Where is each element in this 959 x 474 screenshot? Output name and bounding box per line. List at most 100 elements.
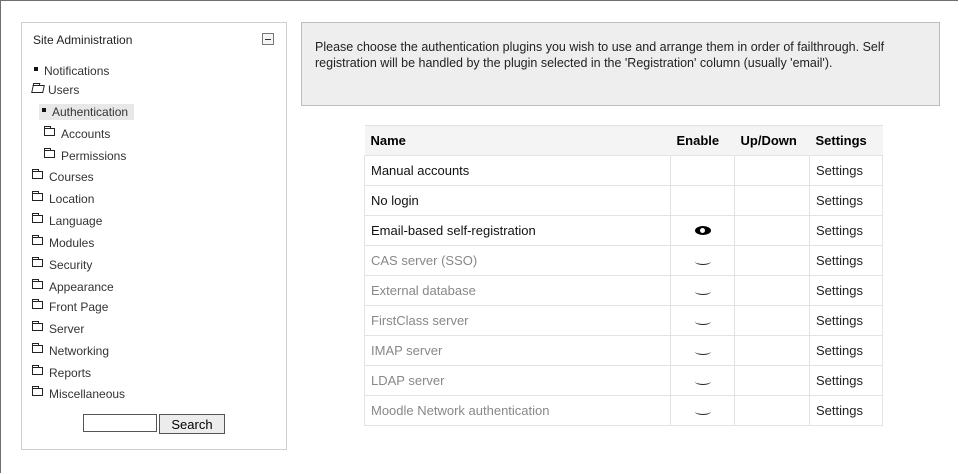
settings-link[interactable]: Settings	[809, 215, 883, 246]
folder-icon	[32, 365, 43, 375]
tree-item-label: Miscellaneous	[49, 387, 126, 401]
table-row: LDAP server Settings	[364, 365, 883, 396]
updown-cell	[734, 275, 810, 306]
settings-link[interactable]: Settings	[809, 395, 883, 426]
tree-item-language[interactable]: Language	[32, 213, 103, 228]
folder-icon	[32, 213, 43, 223]
tree-item-accounts[interactable]: Accounts	[44, 126, 110, 141]
tree-item-security[interactable]: Security	[32, 257, 92, 272]
table-row: FirstClass server Settings	[364, 305, 883, 336]
search-input[interactable]	[83, 414, 157, 432]
tree-item-label: Notifications	[44, 64, 110, 78]
tree-item-label: Authentication	[52, 105, 129, 119]
header-settings: Settings	[809, 125, 883, 156]
plugin-name: Moodle Network authentication	[364, 395, 671, 426]
folder-icon	[32, 235, 43, 245]
folder-icon	[32, 279, 43, 289]
table-row: Email-based self-registration Settings	[364, 215, 883, 246]
instructions-box: Please choose the authentication plugins…	[301, 22, 940, 106]
folder-open-icon	[31, 85, 45, 93]
updown-cell	[734, 395, 810, 426]
tree-item-modules[interactable]: Modules	[32, 235, 95, 250]
table-header-row: Name Enable Up/Down Settings	[364, 125, 883, 156]
settings-link[interactable]: Settings	[809, 185, 883, 216]
eye-closed-icon[interactable]	[694, 348, 711, 355]
tree-item-appearance[interactable]: Appearance	[32, 279, 114, 294]
settings-link[interactable]: Settings	[809, 245, 883, 276]
eye-closed-icon[interactable]	[694, 258, 711, 265]
folder-icon	[44, 126, 55, 136]
tree-item-label: Language	[49, 214, 103, 228]
settings-link[interactable]: Settings	[809, 275, 883, 306]
folder-icon	[32, 321, 43, 331]
tree-item-miscellaneous[interactable]: Miscellaneous	[32, 386, 126, 401]
auth-plugins-table: Name Enable Up/Down Settings Manual acco…	[364, 125, 883, 426]
enable-cell	[670, 365, 735, 396]
enable-cell	[670, 305, 735, 336]
folder-icon	[32, 386, 43, 396]
tree-item-label: Users	[48, 83, 80, 97]
tree-item-users[interactable]: Users	[31, 83, 80, 97]
folder-icon	[32, 169, 43, 179]
plugin-name: Manual accounts	[364, 155, 671, 186]
updown-cell	[734, 215, 810, 246]
updown-cell	[734, 335, 810, 366]
tree-item-label: Modules	[49, 236, 95, 250]
bullet-icon	[34, 67, 38, 71]
table-row: Manual accounts Settings	[364, 155, 883, 186]
header-enable: Enable	[670, 125, 735, 156]
updown-cell	[734, 185, 810, 216]
search-button[interactable]: Search	[159, 414, 225, 434]
table-row: Moodle Network authentication Settings	[364, 395, 883, 426]
tree-item-notifications[interactable]: Notifications	[34, 64, 109, 78]
table-row: IMAP server Settings	[364, 335, 883, 366]
folder-icon	[32, 299, 43, 309]
tree-item-label: Appearance	[49, 280, 114, 294]
collapse-icon[interactable]	[262, 33, 274, 45]
table-row: External database Settings	[364, 275, 883, 306]
eye-closed-icon[interactable]	[694, 378, 711, 385]
enable-cell	[670, 215, 735, 246]
eye-closed-icon[interactable]	[694, 318, 711, 325]
settings-link[interactable]: Settings	[809, 365, 883, 396]
updown-cell	[734, 245, 810, 276]
header-updown: Up/Down	[734, 125, 810, 156]
enable-cell	[670, 395, 735, 426]
enable-cell	[670, 335, 735, 366]
plugin-name: No login	[364, 185, 671, 216]
folder-icon	[32, 343, 43, 353]
settings-link[interactable]: Settings	[809, 335, 883, 366]
tree-item-authentication[interactable]: Authentication	[39, 104, 135, 120]
tree-item-label: Server	[49, 322, 85, 336]
tree-item-reports[interactable]: Reports	[32, 365, 92, 380]
settings-link[interactable]: Settings	[809, 305, 883, 336]
settings-link[interactable]: Settings	[809, 155, 883, 186]
tree-item-courses[interactable]: Courses	[32, 169, 94, 184]
plugin-name: LDAP server	[364, 365, 671, 396]
site-administration-block: Site Administration Notifications Users …	[21, 22, 287, 450]
plugin-name: Email-based self-registration	[364, 215, 671, 246]
tree-item-front-page[interactable]: Front Page	[32, 299, 109, 314]
enable-cell	[670, 185, 735, 216]
folder-icon	[32, 191, 43, 201]
tree-item-label: Networking	[49, 344, 110, 358]
tree-item-networking[interactable]: Networking	[32, 343, 110, 358]
tree-item-location[interactable]: Location	[32, 191, 95, 206]
eye-closed-icon[interactable]	[694, 288, 711, 295]
tree-item-server[interactable]: Server	[32, 321, 85, 336]
enable-cell	[670, 275, 735, 306]
eye-open-icon[interactable]	[694, 226, 711, 235]
plugin-name: IMAP server	[364, 335, 671, 366]
updown-cell	[734, 305, 810, 336]
enable-cell	[670, 245, 735, 276]
instructions-text: Please choose the authentication plugins…	[315, 40, 885, 70]
tree-item-permissions[interactable]: Permissions	[44, 148, 127, 163]
tree-item-label: Location	[49, 192, 95, 206]
tree-item-label: Reports	[49, 366, 92, 380]
tree-item-label: Permissions	[61, 149, 127, 163]
plugin-name: CAS server (SSO)	[364, 245, 671, 276]
tree-item-label: Courses	[49, 170, 94, 184]
tree-item-label: Front Page	[49, 300, 109, 314]
eye-closed-icon[interactable]	[694, 408, 711, 415]
plugin-name: External database	[364, 275, 671, 306]
